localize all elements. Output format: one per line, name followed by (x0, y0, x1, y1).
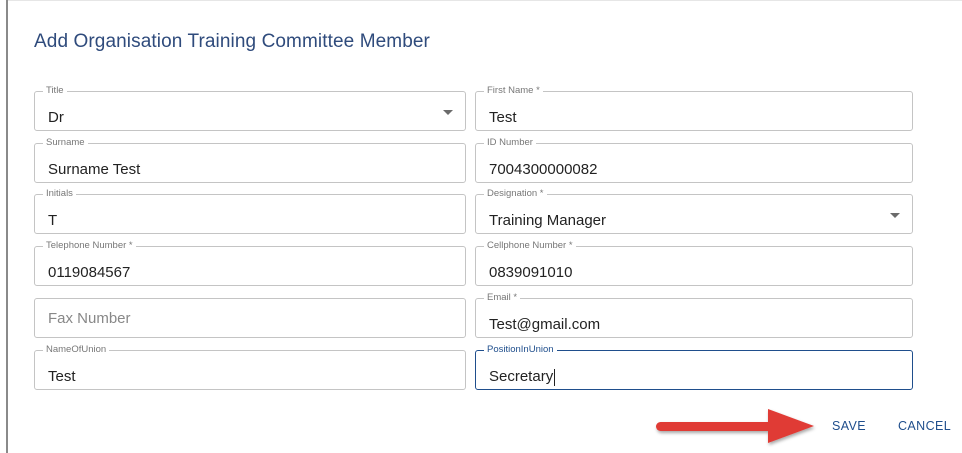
initials-field[interactable]: Initials T (34, 188, 466, 234)
cellphone-label: Cellphone Number * (484, 240, 576, 252)
email-value: Test@gmail.com (489, 316, 601, 333)
first-name-label: First Name * (484, 85, 543, 97)
dialog-title: Add Organisation Training Committee Memb… (34, 31, 430, 52)
position-in-union-label: PositionInUnion (484, 344, 557, 356)
designation-select[interactable]: Designation * Training Manager (475, 188, 913, 234)
position-in-union-value: Secretary (489, 368, 556, 386)
telephone-label: Telephone Number * (43, 240, 136, 252)
cellphone-value: 0839091010 (489, 264, 573, 281)
surname-field[interactable]: Surname Surname Test (34, 137, 466, 183)
first-name-field[interactable]: First Name * Test (475, 85, 913, 131)
title-select[interactable]: Title Dr (34, 85, 466, 131)
telephone-field[interactable]: Telephone Number * 0119084567 (34, 240, 466, 286)
position-in-union-text: Secretary (489, 368, 554, 385)
id-number-label: ID Number (484, 137, 536, 149)
name-of-union-value: Test (48, 368, 76, 385)
position-in-union-field[interactable]: PositionInUnion Secretary (475, 344, 913, 390)
chevron-down-icon[interactable] (443, 110, 453, 115)
title-label: Title (43, 85, 67, 97)
initials-label: Initials (43, 188, 76, 200)
name-of-union-field[interactable]: NameOfUnion Test (34, 344, 466, 390)
fax-field[interactable]: Fax Number (34, 298, 466, 338)
id-number-value: 7004300000082 (489, 161, 598, 178)
fax-placeholder: Fax Number (48, 310, 131, 327)
name-of-union-label: NameOfUnion (43, 344, 110, 356)
save-button[interactable]: SAVE (832, 419, 866, 433)
chevron-down-icon[interactable] (890, 213, 900, 218)
red-arrow-annotation (656, 409, 814, 443)
email-label: Email * (484, 292, 521, 304)
telephone-value: 0119084567 (48, 264, 131, 281)
text-cursor (554, 368, 556, 386)
dialog-left-edge (6, 0, 8, 453)
initials-value: T (48, 212, 58, 229)
surname-value: Surname Test (48, 161, 141, 178)
id-number-field[interactable]: ID Number 7004300000082 (475, 137, 913, 183)
first-name-value: Test (489, 109, 517, 126)
surname-label: Surname (43, 137, 88, 149)
email-field[interactable]: Email * Test@gmail.com (475, 292, 913, 338)
cellphone-field[interactable]: Cellphone Number * 0839091010 (475, 240, 913, 286)
title-value: Dr (48, 109, 64, 126)
cancel-button[interactable]: CANCEL (898, 419, 951, 433)
dialog-top-edge (8, 0, 962, 1)
designation-label: Designation * (484, 188, 547, 200)
designation-value: Training Manager (489, 212, 607, 229)
